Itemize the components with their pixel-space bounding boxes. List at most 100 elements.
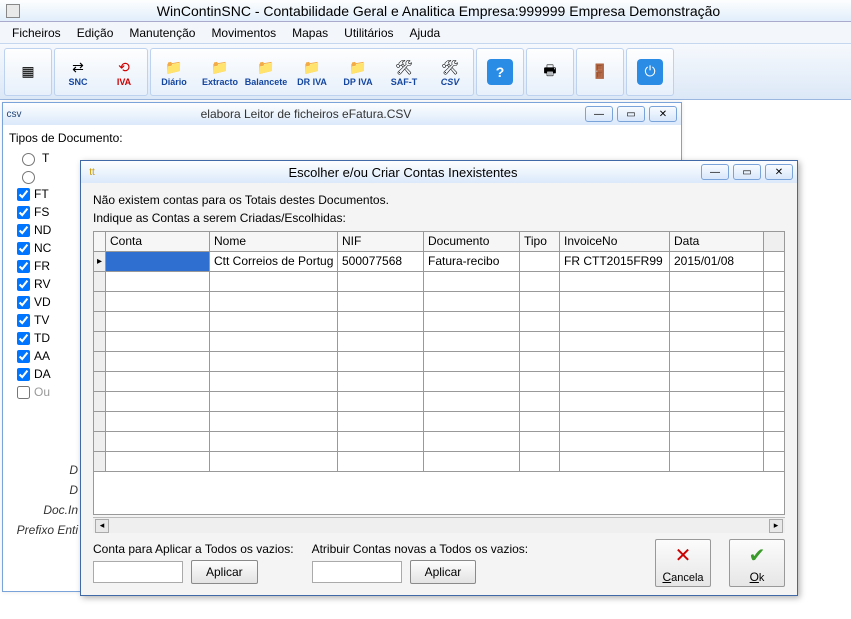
menu-mapas[interactable]: Mapas xyxy=(284,24,336,42)
label-d2: D xyxy=(13,483,78,503)
table-row[interactable]: ▸ Ctt Correios de Portug 500077568 Fatur… xyxy=(94,252,784,272)
dialog-msg2: Indique as Contas a serem Criadas/Escolh… xyxy=(93,211,785,225)
folder-icon: 📁 xyxy=(300,56,324,78)
scroll-right-icon[interactable]: ▸ xyxy=(769,519,783,533)
folder-icon: 📁 xyxy=(254,56,278,78)
dialog-titlebar: tt Escolher e/ou Criar Contas Inexistent… xyxy=(81,161,797,183)
chk-da[interactable] xyxy=(17,368,30,381)
cell-nif[interactable]: 500077568 xyxy=(338,252,424,271)
menu-bar: Ficheiros Edição Manutenção Movimentos M… xyxy=(0,22,851,44)
table-row[interactable] xyxy=(94,272,784,292)
table-row[interactable] xyxy=(94,432,784,452)
table-row[interactable] xyxy=(94,412,784,432)
efatura-titlebar: csv elabora Leitor de ficheiros eFatura.… xyxy=(3,103,681,125)
tb-balancete-button[interactable]: 📁 Balancete xyxy=(243,50,289,94)
contas-grid[interactable]: Conta Nome NIF Documento Tipo InvoiceNo … xyxy=(93,231,785,515)
tb-dpiva-button[interactable]: 📁 DP IVA xyxy=(335,50,381,94)
apply2-label: Atribuir Contas novas a Todos os vazios: xyxy=(312,542,529,556)
table-row[interactable] xyxy=(94,352,784,372)
col-indicator xyxy=(94,232,106,251)
chk-td[interactable] xyxy=(17,332,30,345)
chk-nc[interactable] xyxy=(17,242,30,255)
apply2-button[interactable]: Aplicar xyxy=(410,560,477,584)
col-documento[interactable]: Documento xyxy=(424,232,520,251)
menu-manutencao[interactable]: Manutenção xyxy=(121,24,203,42)
csv-icon: csv xyxy=(7,107,21,121)
tb-exit-button[interactable]: 🚪 xyxy=(577,50,623,94)
grid-header: Conta Nome NIF Documento Tipo InvoiceNo … xyxy=(94,232,784,252)
dialog-icon: tt xyxy=(85,165,99,179)
tb-table-button[interactable]: ▦ xyxy=(5,50,51,94)
tb-driva-button[interactable]: 📁 DR IVA xyxy=(289,50,335,94)
cancel-button[interactable]: ✕ CCancelaancela xyxy=(655,539,711,587)
tb-power-button[interactable]: ⏻ xyxy=(627,50,673,94)
col-nif[interactable]: NIF xyxy=(338,232,424,251)
efatura-min-button[interactable]: — xyxy=(585,106,613,122)
power-icon: ⏻ xyxy=(637,59,663,85)
menu-edicao[interactable]: Edição xyxy=(69,24,122,42)
col-tipo[interactable]: Tipo xyxy=(520,232,560,251)
grid-horizontal-scrollbar[interactable]: ◂ ▸ xyxy=(93,517,785,533)
cell-conta[interactable] xyxy=(106,252,210,271)
dialog-max-button[interactable]: ▭ xyxy=(733,164,761,180)
toolbar: ▦ ⇄ SNC ⟲ IVA 📁 Diário 📁 Extracto 📁 Bala… xyxy=(0,44,851,100)
menu-ficheiros[interactable]: Ficheiros xyxy=(4,24,69,42)
menu-ajuda[interactable]: Ajuda xyxy=(402,24,449,42)
tool-icon: 🛠 xyxy=(392,56,416,78)
app-icon xyxy=(6,4,20,18)
tb-diario-button[interactable]: 📁 Diário xyxy=(151,50,197,94)
table-row[interactable] xyxy=(94,292,784,312)
col-conta[interactable]: Conta xyxy=(106,232,210,251)
scroll-left-icon[interactable]: ◂ xyxy=(95,519,109,533)
ok-button[interactable]: ✔ Ok xyxy=(729,539,785,587)
chk-fs[interactable] xyxy=(17,206,30,219)
row-current-icon: ▸ xyxy=(94,252,106,271)
table-row[interactable] xyxy=(94,372,784,392)
chk-vd[interactable] xyxy=(17,296,30,309)
tb-csv-button[interactable]: 🛠 CSV xyxy=(427,50,473,94)
tb-extracto-button[interactable]: 📁 Extracto xyxy=(197,50,243,94)
table-row[interactable] xyxy=(94,452,784,472)
dialog-min-button[interactable]: — xyxy=(701,164,729,180)
cell-documento[interactable]: Fatura-recibo xyxy=(424,252,520,271)
chk-out[interactable] xyxy=(17,386,30,399)
menu-utilitarios[interactable]: Utilitários xyxy=(336,24,401,42)
label-docin: Doc.In xyxy=(13,503,78,523)
efatura-max-button[interactable]: ▭ xyxy=(617,106,645,122)
main-titlebar: WinContinSNC - Contabilidade Geral e Ana… xyxy=(0,0,851,22)
dialog-close-button[interactable]: ✕ xyxy=(765,164,793,180)
tb-saft-button[interactable]: 🛠 SAF-T xyxy=(381,50,427,94)
cell-nome[interactable]: Ctt Correios de Portug xyxy=(210,252,338,271)
chk-aa[interactable] xyxy=(17,350,30,363)
chk-fr[interactable] xyxy=(17,260,30,273)
tb-snc-button[interactable]: ⇄ SNC xyxy=(55,50,101,94)
apply2-input[interactable] xyxy=(312,561,402,583)
tb-iva-button[interactable]: ⟲ IVA xyxy=(101,50,147,94)
table-row[interactable] xyxy=(94,312,784,332)
label-prefixo: Prefixo Enti xyxy=(13,523,78,543)
apply1-input[interactable] xyxy=(93,561,183,583)
col-data[interactable]: Data xyxy=(670,232,764,251)
efatura-close-button[interactable]: ✕ xyxy=(649,106,677,122)
tb-help-button[interactable]: ? xyxy=(477,50,523,94)
door-icon: 🚪 xyxy=(588,61,612,83)
col-invoice[interactable]: InvoiceNo xyxy=(560,232,670,251)
chk-rv[interactable] xyxy=(17,278,30,291)
menu-movimentos[interactable]: Movimentos xyxy=(203,24,284,42)
cell-tipo[interactable] xyxy=(520,252,560,271)
label-d1: D xyxy=(13,463,78,483)
col-nome[interactable]: Nome xyxy=(210,232,338,251)
apply1-button[interactable]: Aplicar xyxy=(191,560,258,584)
table-row[interactable] xyxy=(94,392,784,412)
chk-ft[interactable] xyxy=(17,188,30,201)
app-title: WinContinSNC - Contabilidade Geral e Ana… xyxy=(26,3,851,19)
folder-icon: 📁 xyxy=(208,56,232,78)
tb-print-button[interactable]: 🖶 xyxy=(527,50,573,94)
chk-tv[interactable] xyxy=(17,314,30,327)
chk-nd[interactable] xyxy=(17,224,30,237)
cell-data[interactable]: 2015/01/08 xyxy=(670,252,764,271)
table-row[interactable] xyxy=(94,332,784,352)
folder-icon: 📁 xyxy=(346,56,370,78)
cell-invoice[interactable]: FR CTT2015FR99 xyxy=(560,252,670,271)
ok-icon: ✔ xyxy=(749,543,766,568)
